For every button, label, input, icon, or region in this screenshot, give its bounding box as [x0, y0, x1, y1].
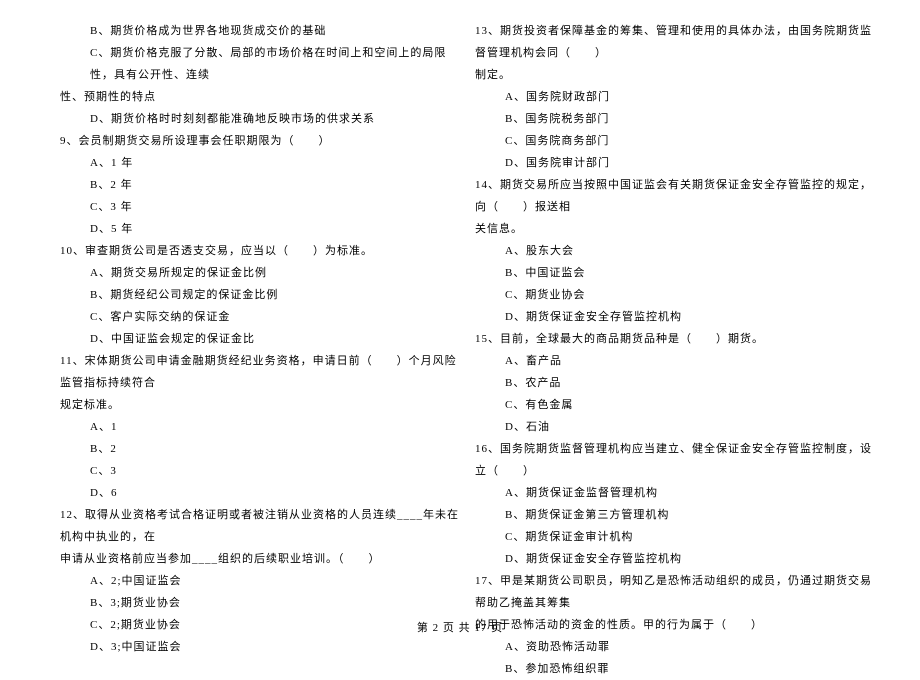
option-line: C、3 年	[60, 196, 465, 218]
option-line: A、期货保证金监督管理机构	[475, 482, 880, 504]
option-line: B、2	[60, 438, 465, 460]
option-line: C、客户实际交纳的保证金	[60, 306, 465, 328]
option-line: D、6	[60, 482, 465, 504]
option-line: C、期货保证金审计机构	[475, 526, 880, 548]
continuation-line: 制定。	[475, 64, 880, 86]
option-line: A、国务院财政部门	[475, 86, 880, 108]
option-line: B、期货保证金第三方管理机构	[475, 504, 880, 526]
continuation-line: 关信息。	[475, 218, 880, 240]
option-line: C、期货价格克服了分散、局部的市场价格在时间上和空间上的局限性，具有公开性、连续	[60, 42, 465, 86]
left-column: B、期货价格成为世界各地现货成交价的基础C、期货价格克服了分散、局部的市场价格在…	[30, 20, 475, 600]
option-line: A、期货交易所规定的保证金比例	[60, 262, 465, 284]
option-line: C、3	[60, 460, 465, 482]
option-line: B、2 年	[60, 174, 465, 196]
option-line: D、3;中国证监会	[60, 636, 465, 658]
question-line: 11、宋体期货公司申请金融期货经纪业务资格，申请日前（ ）个月风险监管指标持续符…	[60, 350, 465, 394]
question-line: 14、期货交易所应当按照中国证监会有关期货保证金安全存管监控的规定，向（ ）报送…	[475, 174, 880, 218]
question-line: 17、甲是某期货公司职员，明知乙是恐怖活动组织的成员，仍通过期货交易帮助乙掩盖其…	[475, 570, 880, 614]
option-line: C、国务院商务部门	[475, 130, 880, 152]
question-line: 16、国务院期货监督管理机构应当建立、健全保证金安全存管监控制度，设立（ ）	[475, 438, 880, 482]
option-line: D、期货保证金安全存管监控机构	[475, 548, 880, 570]
option-line: B、中国证监会	[475, 262, 880, 284]
option-line: A、1	[60, 416, 465, 438]
option-line: B、3;期货业协会	[60, 592, 465, 614]
option-line: D、中国证监会规定的保证金比	[60, 328, 465, 350]
option-line: A、2;中国证监会	[60, 570, 465, 592]
option-line: B、国务院税务部门	[475, 108, 880, 130]
option-line: B、期货经纪公司规定的保证金比例	[60, 284, 465, 306]
question-line: 15、目前，全球最大的商品期货品种是（ ）期货。	[475, 328, 880, 350]
option-line: D、期货价格时时刻刻都能准确地反映市场的供求关系	[60, 108, 465, 130]
option-line: A、资助恐怖活动罪	[475, 636, 880, 658]
option-line: D、5 年	[60, 218, 465, 240]
continuation-line: 性、预期性的特点	[60, 86, 465, 108]
question-line: 13、期货投资者保障基金的筹集、管理和使用的具体办法，由国务院期货监督管理机构会…	[475, 20, 880, 64]
page-footer: 第 2 页 共 17 页	[0, 619, 920, 635]
continuation-line: 申请从业资格前应当参加____组织的后续职业培训。（ ）	[60, 548, 465, 570]
option-line: B、农产品	[475, 372, 880, 394]
right-column: 13、期货投资者保障基金的筹集、管理和使用的具体办法，由国务院期货监督管理机构会…	[475, 20, 890, 600]
option-line: C、有色金属	[475, 394, 880, 416]
question-line: 9、会员制期货交易所设理事会任职期限为（ ）	[60, 130, 465, 152]
continuation-line: 规定标准。	[60, 394, 465, 416]
option-line: D、国务院审计部门	[475, 152, 880, 174]
option-line: B、参加恐怖组织罪	[475, 658, 880, 680]
option-line: A、1 年	[60, 152, 465, 174]
question-line: 10、审查期货公司是否透支交易，应当以（ ）为标准。	[60, 240, 465, 262]
option-line: D、石油	[475, 416, 880, 438]
option-line: D、期货保证金安全存管监控机构	[475, 306, 880, 328]
option-line: A、股东大会	[475, 240, 880, 262]
question-line: 12、取得从业资格考试合格证明或者被注销从业资格的人员连续____年未在机构中执…	[60, 504, 465, 548]
page-container: B、期货价格成为世界各地现货成交价的基础C、期货价格克服了分散、局部的市场价格在…	[0, 0, 920, 610]
option-line: C、期货业协会	[475, 284, 880, 306]
option-line: A、畜产品	[475, 350, 880, 372]
option-line: B、期货价格成为世界各地现货成交价的基础	[60, 20, 465, 42]
